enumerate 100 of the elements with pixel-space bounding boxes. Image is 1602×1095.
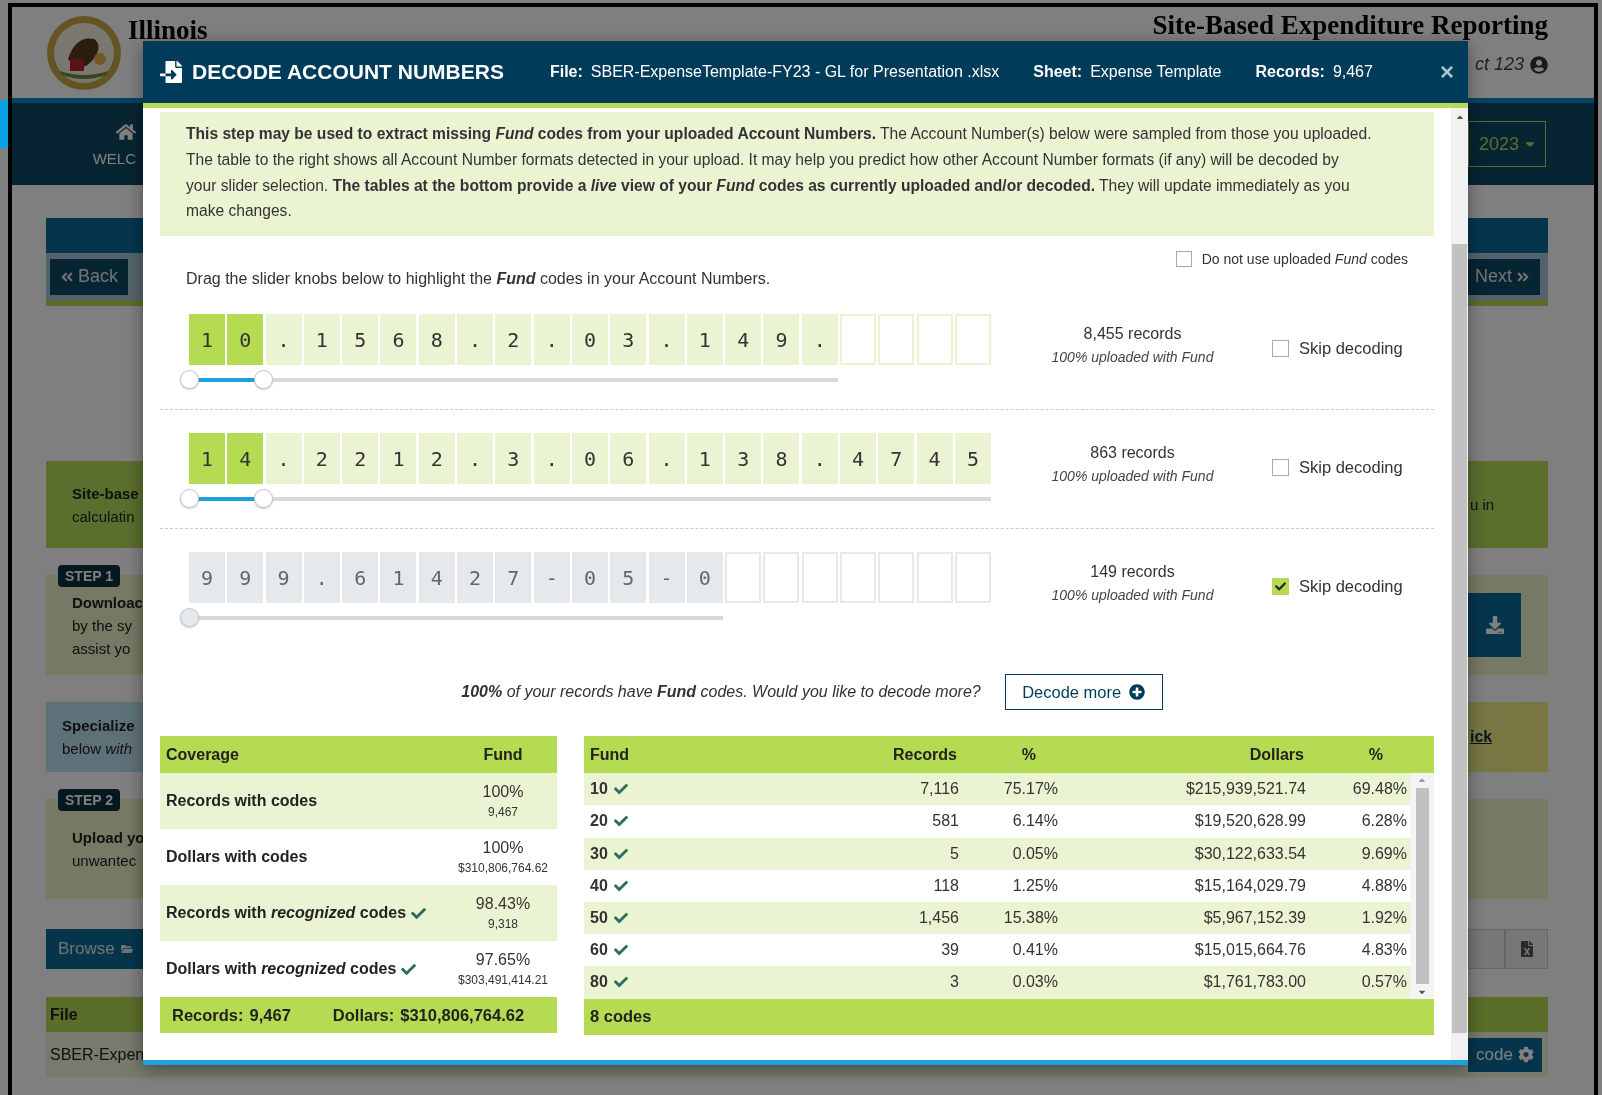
row-label: Dollars with recognized codes bbox=[166, 960, 397, 979]
column-header: % bbox=[1367, 745, 1384, 764]
account-digit: . bbox=[457, 433, 494, 485]
account-digit: 4 bbox=[227, 433, 264, 485]
step-badge: STEP 1 bbox=[58, 565, 120, 587]
record-count: 863 records bbox=[1090, 444, 1175, 463]
table-cell: 4.83% bbox=[1361, 941, 1407, 959]
account-digit: 6 bbox=[610, 433, 647, 485]
file-field[interactable] bbox=[1468, 929, 1505, 969]
table-cell: 7,116 bbox=[920, 780, 959, 798]
close-button[interactable]: × bbox=[1440, 58, 1454, 86]
account-digit: 4 bbox=[418, 552, 455, 604]
percent-value: 100% bbox=[482, 839, 524, 858]
user-icon[interactable] bbox=[1530, 55, 1548, 74]
nav-item[interactable]: WELC bbox=[92, 149, 136, 167]
scrollbar[interactable] bbox=[1451, 108, 1468, 1060]
slider-handle[interactable] bbox=[180, 370, 199, 390]
footer-value: $310,806,764.62 bbox=[400, 1005, 525, 1025]
app-title: Site-Based Expenditure Reporting bbox=[1152, 10, 1548, 40]
scrollbar[interactable] bbox=[1410, 773, 1434, 999]
account-digit: . bbox=[801, 314, 838, 366]
decode-button[interactable]: code bbox=[1468, 1037, 1542, 1072]
account-digit: 4 bbox=[840, 433, 877, 485]
table-cell: 0.03% bbox=[1012, 973, 1058, 991]
home-icon[interactable] bbox=[116, 121, 136, 142]
fund-code: 50 bbox=[590, 909, 608, 928]
column-header: Fund bbox=[589, 745, 631, 764]
table-cell: $30,122,633.54 bbox=[1194, 844, 1306, 862]
amount-value: $303,491,414.21 bbox=[457, 973, 549, 988]
table-cell: 1,456 bbox=[918, 909, 959, 927]
decode-prompt: 100% of your records have Fund codes. Would you like to decode more? bbox=[461, 683, 981, 702]
account-digit: 1 bbox=[380, 433, 417, 485]
account-digit: 0 bbox=[571, 433, 608, 485]
amount-value: $310,806,764.62 bbox=[457, 861, 549, 876]
table-cell: 5 bbox=[950, 844, 959, 862]
panel-text: unwantec bbox=[72, 852, 138, 869]
checkbox[interactable] bbox=[1272, 459, 1289, 477]
account-digit: 4 bbox=[725, 314, 762, 366]
panel-text: below with bbox=[62, 740, 134, 757]
download-button[interactable] bbox=[1468, 593, 1521, 657]
account-digit: 9 bbox=[763, 314, 800, 366]
account-digit: 3 bbox=[725, 433, 762, 485]
table-cell: $1,761,783.00 bbox=[1203, 973, 1306, 991]
next-button[interactable]: Next bbox=[1465, 258, 1540, 295]
fund-code: 60 bbox=[590, 941, 608, 960]
panel-text: Downloac bbox=[72, 593, 143, 611]
check-icon bbox=[1275, 581, 1286, 593]
record-count: 149 records bbox=[1090, 563, 1175, 582]
table-cell: SBER-Expen bbox=[50, 1045, 145, 1064]
year-dropdown[interactable]: 2023 bbox=[1468, 121, 1546, 167]
browse-button[interactable]: Browse bbox=[46, 929, 145, 969]
table-cell: $19,520,628.99 bbox=[1194, 812, 1306, 830]
record-count: 8,455 records bbox=[1083, 325, 1182, 344]
footer-label: Records: bbox=[172, 1005, 244, 1025]
account-digit: 1 bbox=[380, 552, 417, 604]
footer-label: 8 codes bbox=[590, 1007, 652, 1026]
slider-handle[interactable] bbox=[254, 370, 274, 390]
account-digit: 5 bbox=[610, 552, 647, 604]
fund-code: 40 bbox=[590, 876, 608, 895]
checkbox[interactable] bbox=[1175, 251, 1192, 268]
account-digit: 2 bbox=[418, 433, 455, 485]
decode-more-button[interactable]: Decode more bbox=[1004, 674, 1163, 711]
account-digit: 1 bbox=[189, 433, 225, 485]
fund-code: 10 bbox=[590, 780, 608, 799]
checkbox[interactable] bbox=[1272, 340, 1289, 358]
dialog-title: DECODE ACCOUNT NUMBERS bbox=[192, 60, 504, 84]
slider-handle[interactable] bbox=[180, 489, 199, 509]
instruction-text: Drag the slider knobs below to highlight the Fund codes in your Account Numbers. bbox=[186, 270, 772, 289]
checkbox[interactable] bbox=[1272, 578, 1289, 596]
table-cell: 118 bbox=[933, 876, 959, 894]
site-name: Illinois bbox=[128, 15, 208, 44]
slider-handle[interactable] bbox=[254, 489, 274, 509]
account-digit: 4 bbox=[916, 433, 953, 485]
account-digit: 0 bbox=[227, 314, 264, 366]
gear-icon bbox=[1517, 1046, 1534, 1063]
table-cell: 581 bbox=[932, 812, 959, 830]
checkbox-label: Skip decoding bbox=[1299, 577, 1403, 597]
column-header: Fund bbox=[482, 745, 524, 764]
column-header: Dollars bbox=[1248, 745, 1305, 764]
account-digit: 9 bbox=[189, 552, 225, 604]
seal-icon bbox=[46, 15, 122, 91]
back-button[interactable]: Back bbox=[50, 258, 129, 295]
table-cell: 1.92% bbox=[1361, 909, 1407, 927]
panel-link[interactable]: ick bbox=[1470, 728, 1493, 746]
column-header: File bbox=[50, 1005, 78, 1024]
account-digit: . bbox=[265, 314, 302, 366]
account-digit: 5 bbox=[954, 433, 991, 485]
slider-handle[interactable] bbox=[180, 608, 199, 628]
accent-bar bbox=[0, 100, 8, 148]
user-name: ct 123 bbox=[1474, 54, 1524, 75]
table-cell: 75.17% bbox=[1003, 780, 1058, 798]
percent-value: 97.65% bbox=[475, 951, 531, 970]
account-digit: 2 bbox=[342, 433, 379, 485]
file-import-icon bbox=[160, 61, 182, 83]
table-cell: 6.14% bbox=[1012, 812, 1058, 830]
account-digit: . bbox=[265, 433, 302, 485]
panel-text: Specialize bbox=[62, 717, 135, 734]
account-digit: . bbox=[303, 552, 340, 604]
account-digit: 3 bbox=[610, 314, 647, 366]
percent-value: 98.43% bbox=[475, 895, 531, 914]
